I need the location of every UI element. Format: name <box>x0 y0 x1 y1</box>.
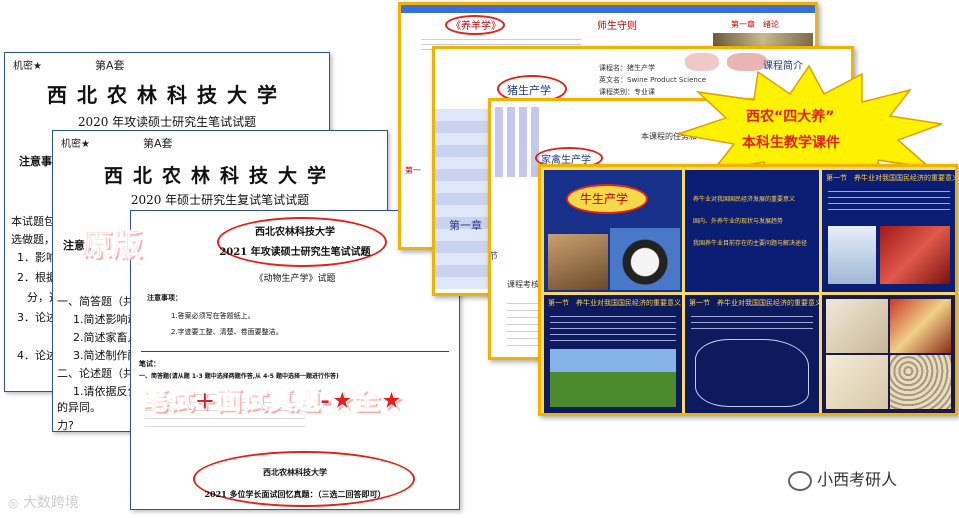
slide-cattle-production: 牛生产学 养牛业对我国国民经济发展的重要意义 国内、外养牛业的现状与发展趋势 我… <box>538 164 958 416</box>
key-points-panel: 养牛业对我国国民经济发展的重要意义 国内、外养牛业的现状与发展趋势 我国养牛业目… <box>685 170 819 292</box>
side-text: 第一 <box>405 166 421 175</box>
section-label: 笔试： <box>139 360 160 368</box>
grassland-photo <box>550 349 676 407</box>
panel-heading: 第一节 养牛业对我国国民经济的重要意义 <box>689 299 819 307</box>
watermark-left: ◎ 大数跨境 <box>8 492 79 512</box>
divider <box>141 351 449 352</box>
exam-label: 课程考核 <box>507 280 539 289</box>
purple-blocks <box>495 107 539 177</box>
wechat-icon <box>788 470 812 491</box>
panel-heading: 第一节 养牛业对我国国民经济的重要意义 <box>826 174 955 182</box>
course-title: 《动物生产学》试题 <box>254 274 336 284</box>
milk-photo <box>828 226 876 284</box>
university-title: 西北农林科技大学 <box>103 165 336 187</box>
exam-subtitle: 2020 年攻读硕士研究生笔试试题 <box>77 115 257 129</box>
paper-line: 1.简述影响动 <box>73 313 139 326</box>
slide-center-heading: 师生守则 <box>597 21 637 32</box>
watermark-right-text: 小西考研人 <box>817 470 898 489</box>
paper-line: 1.请依据反刍 <box>73 385 139 398</box>
note-1: 1.答案必须写在答题纸上。 <box>171 312 255 320</box>
slide-chapter: 第一章 绪论 <box>731 20 779 29</box>
set-label: 第A套 <box>143 137 173 150</box>
starburst-line-1: 西农“四大养” <box>746 109 835 125</box>
dairy-panel: 第一节 养牛业对我国国民经济的重要意义 <box>822 170 955 292</box>
interview-title: 2021 多位学长面试回忆真题：（三选二回答即可） <box>204 489 386 499</box>
set-label: 第A套 <box>95 59 125 72</box>
watermark-left-text: 大数跨境 <box>22 495 79 511</box>
beef-photo <box>880 226 950 284</box>
title-panel: 牛生产学 <box>544 170 682 292</box>
confidential-label: 机密★ <box>61 139 90 150</box>
yuanban-overlay-text: 原版 <box>82 228 143 264</box>
exam-subtitle: 2020 年硕士研究生复试笔试试题 <box>130 193 310 207</box>
notes-label: 注意事项： <box>147 294 182 302</box>
beef-dishes-panel <box>822 295 955 413</box>
paper-line: 2.简述家畜人 <box>73 331 139 344</box>
cattle-diagram-panel: 第一节 养牛业对我国国民经济的重要意义 <box>685 295 819 413</box>
paper-line: 力? <box>57 419 74 432</box>
header-bar <box>401 5 815 13</box>
grassland-panel: 第一节 养牛业对我国国民经济的重要意义 <box>544 295 682 413</box>
blue-decoration <box>435 109 495 289</box>
chapter-label: 第一章 <box>449 219 482 232</box>
section-1-heading: 一、简答题(请从题 1-3 题中选择两题作答,从 4-5 题中选择一题进行作答) <box>139 373 339 380</box>
tripe-photo-2 <box>826 355 888 409</box>
key-point-3: 我国养牛业目前存在的主要问题与解决途径 <box>693 240 808 247</box>
course-category: 课程类别：专业课 <box>599 88 655 96</box>
note-2: 2.字迹要工整、清楚、卷面要整洁。 <box>171 328 283 336</box>
university-title: 西北农林科技大学 <box>47 83 287 107</box>
watermark-right: 小西考研人 <box>788 466 897 491</box>
slide-title: 猪生产学 <box>507 84 551 97</box>
cow-photo-left <box>548 234 608 290</box>
starburst-line-2: 本科生教学课件 <box>742 135 840 151</box>
slide-title: 《养羊学》 <box>451 21 501 32</box>
confidential-label: 机密★ <box>13 61 42 72</box>
cow-photo-right <box>610 228 680 290</box>
meat-dish-photo <box>890 299 951 353</box>
exam-banner-text: 笔试+面试真题-★全★ <box>141 386 404 417</box>
key-point-2: 国内、外养牛业的现状与发展趋势 <box>693 218 784 225</box>
text-block <box>550 311 676 343</box>
paper-line: 3.简述制作配 <box>73 349 139 362</box>
paper-line: 的异同。 <box>57 401 101 414</box>
cattle-diagram <box>695 339 809 407</box>
paper-line: 一、简答题（共 <box>57 295 134 308</box>
honeycomb-tripe-photo <box>890 355 951 409</box>
section-1-label: 第一节 <box>489 252 499 262</box>
tripe-photo-1 <box>826 299 888 353</box>
paper-line: 二、论述题（共 <box>57 367 134 380</box>
weibo-icon: ◎ <box>8 496 19 510</box>
slide-title: 牛生产学 <box>580 192 629 206</box>
text-block <box>828 186 950 214</box>
text-block <box>691 311 813 333</box>
key-point-1: 养牛业对我国国民经济发展的重要意义 <box>693 196 796 203</box>
bottom-university: 西北农林科技大学 <box>263 467 327 477</box>
course-name: 课程名：猪生产学 <box>599 64 655 72</box>
panel-heading: 第一节 养牛业对我国国民经济的重要意义 <box>548 299 681 307</box>
exam-paper-2021-animal-production: 西北农林科技大学 2021 年攻读硕士研究生笔试试题 《动物生产学》试题 注意事… <box>130 210 460 510</box>
